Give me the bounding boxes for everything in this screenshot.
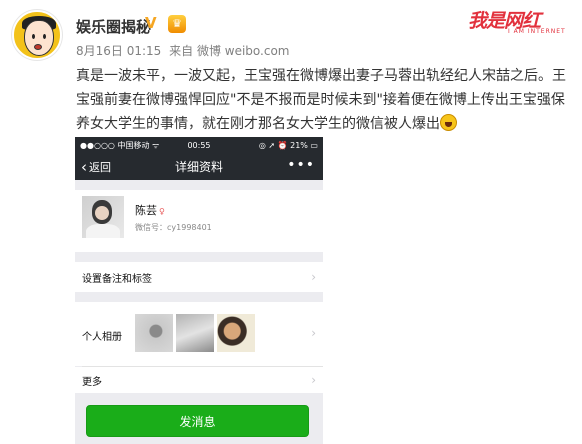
watermark-logo: 我是网红 I AM INTERNET (468, 6, 576, 36)
phone-status-bar: ●●○○○ 中国移动 ᯤ 00:55 ◎ ➚ ⏰ 21% ▭ (75, 137, 323, 153)
laughing-emoji-icon (440, 114, 457, 131)
wechat-id-value: cy1998401 (167, 223, 212, 232)
remark-tag-label: 设置备注和标签 (82, 273, 152, 285)
profile-name: 陈芸 ♀ (135, 202, 165, 218)
more-row: 更多 › (75, 367, 323, 393)
post-body: 真是一波未平，一波又起，王宝强在微博爆出妻子马蓉出轨经纪人宋喆之后。王宝强前妻在… (76, 64, 576, 136)
status-icons: ◎ ➚ ⏰ 21% ▭ (258, 140, 318, 150)
chevron-right-icon: › (311, 373, 316, 387)
more-label: 更多 (82, 376, 102, 388)
profile-wechat-id: 微信号：cy1998401 (135, 222, 212, 233)
post-source[interactable]: 来自 微博 weibo.com (169, 44, 289, 58)
chevron-right-icon: › (311, 270, 316, 284)
verified-badge-icon: V (145, 14, 157, 32)
nav-title: 详细资料 (174, 160, 223, 174)
profile-photo (82, 196, 124, 238)
account-name[interactable]: 娱乐圈揭秘 (76, 16, 151, 37)
remark-tag-row: 设置备注和标签 › (75, 262, 323, 292)
album-row: 个人相册 › (75, 302, 323, 366)
watermark-subtitle: I AM INTERNET (508, 28, 566, 35)
back-button: ‹ 返回 (81, 159, 111, 175)
more-options-icon: ••• (287, 157, 315, 173)
status-time: 00:55 (187, 140, 211, 150)
profile-name-text: 陈芸 (135, 204, 157, 217)
post-text: 真是一波未平，一波又起，王宝强在微博爆出妻子马蓉出轨经纪人宋喆之后。王宝强前妻在… (76, 68, 566, 132)
album-label: 个人相册 (82, 332, 122, 343)
status-carrier: ●●○○○ 中国移动 ᯤ (80, 140, 160, 150)
album-thumbnail (135, 314, 173, 352)
member-crown-icon: ♛ (168, 15, 186, 33)
back-label: 返回 (89, 161, 111, 174)
post-meta: 8月16日 01:15 来自 微博 weibo.com (76, 42, 294, 59)
account-avatar[interactable] (12, 10, 62, 60)
album-thumbnail (217, 314, 255, 352)
wechat-id-label: 微信号： (135, 223, 167, 232)
album-thumbnail (176, 314, 214, 352)
female-icon: ♀ (159, 207, 165, 216)
chevron-right-icon: › (311, 326, 316, 340)
chevron-left-icon: ‹ (81, 158, 87, 176)
wechat-nav-bar: ‹ 返回 详细资料 ••• (75, 153, 323, 180)
post-date[interactable]: 8月16日 01:15 (76, 44, 161, 58)
wechat-screenshot[interactable]: ●●○○○ 中国移动 ᯤ 00:55 ◎ ➚ ⏰ 21% ▭ ‹ 返回 详细资料… (75, 137, 323, 444)
profile-card: 陈芸 ♀ 微信号：cy1998401 (75, 190, 323, 252)
send-message-button: 发消息 (86, 405, 309, 437)
